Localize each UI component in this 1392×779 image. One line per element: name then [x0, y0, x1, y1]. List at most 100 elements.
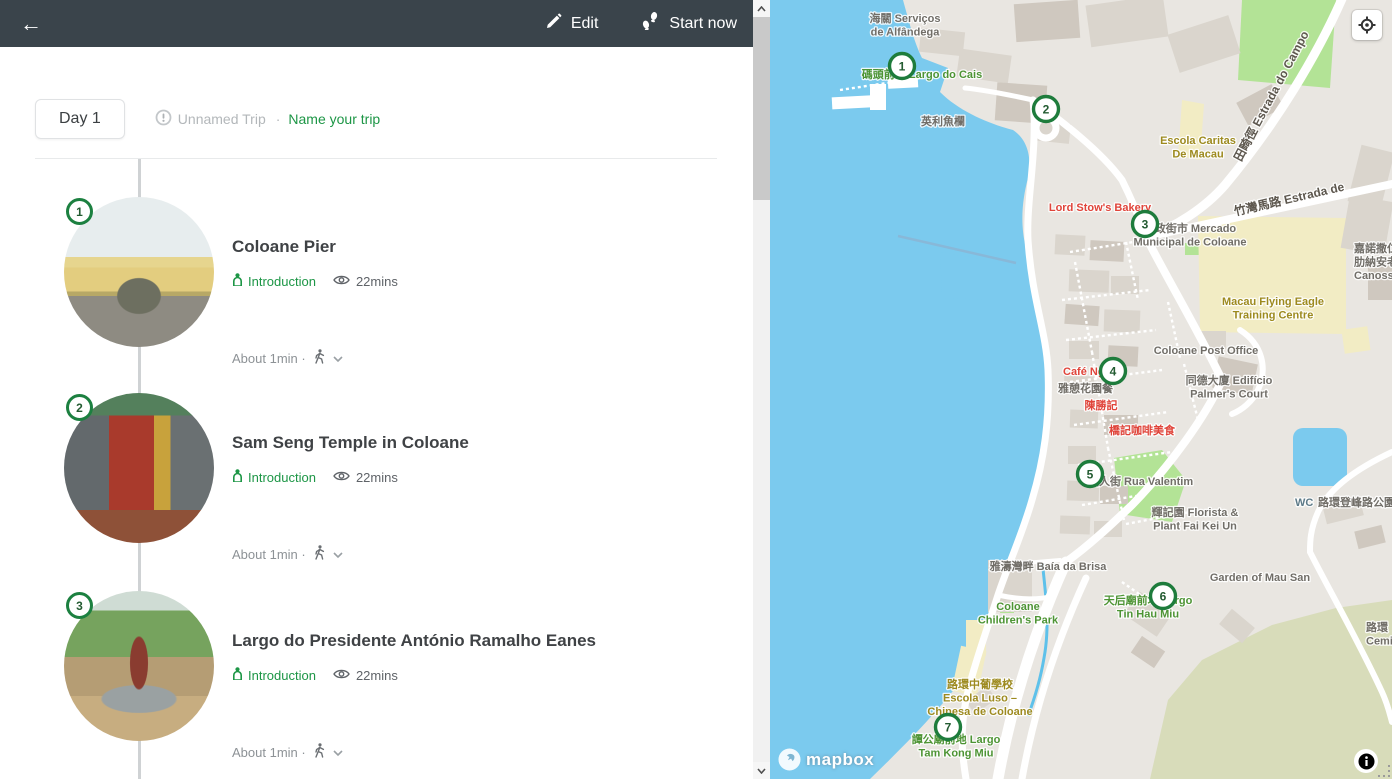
svg-text:3: 3 — [1142, 218, 1149, 232]
place-item-2: 2 Sam Seng Temple in Coloane Introductio… — [64, 393, 724, 589]
svg-text:2: 2 — [1043, 103, 1050, 117]
map-marker-3[interactable]: 3 — [1133, 212, 1158, 237]
place-item-body: Largo do Presidente António Ramalho Eane… — [232, 591, 712, 779]
travel-note: About 1min · — [232, 547, 306, 562]
place-meta: Introduction 22mins — [232, 469, 398, 485]
place-meta: Introduction 22mins — [232, 667, 398, 683]
view-time-label: 22mins — [356, 274, 398, 289]
view-time: 22mins — [333, 274, 398, 289]
map-label: 陳勝記 — [1085, 398, 1118, 412]
place-meta: Introduction 22mins — [232, 273, 398, 289]
introduction-link[interactable]: Introduction — [232, 469, 316, 485]
map-marker-4[interactable]: 4 — [1101, 359, 1126, 384]
svg-text:6: 6 — [1160, 590, 1167, 604]
chevron-down-icon — [333, 547, 343, 562]
place-item-1: 1 Coloane Pier Introduction 22mins About… — [64, 197, 724, 393]
place-item-3: 3 Largo do Presidente António Ramalho Ea… — [64, 591, 724, 779]
place-item-body: Coloane Pier Introduction 22mins About 1… — [232, 197, 712, 393]
edit-button[interactable]: Edit — [545, 13, 599, 35]
travel-segment[interactable]: About 1min · — [232, 349, 343, 367]
mapbox-mark-icon — [778, 748, 801, 771]
walk-icon — [313, 743, 326, 761]
geolocate-button[interactable] — [1352, 10, 1382, 40]
map-marker-7[interactable]: 7 — [936, 715, 961, 740]
map-label: Macau Flying EagleTraining Centre — [1222, 296, 1324, 322]
separator-dot: · — [276, 111, 281, 127]
view-time: 22mins — [333, 470, 398, 485]
map[interactable]: 海關 Serviçosde Alfândega碼頭前地 Largo do Cai… — [770, 0, 1392, 779]
tab-day-1[interactable]: Day 1 — [35, 99, 125, 139]
mapbox-logo[interactable]: mapbox — [778, 748, 874, 771]
map-attribution-info-button[interactable] — [1354, 749, 1378, 773]
svg-text:7: 7 — [945, 721, 952, 735]
svg-text:5: 5 — [1087, 468, 1094, 482]
map-marker-6[interactable]: 6 — [1151, 584, 1176, 609]
travel-segment[interactable]: About 1min · — [232, 743, 343, 761]
svg-text:1: 1 — [899, 60, 906, 74]
map-label: Garden of Mau San — [1210, 572, 1311, 584]
scrollbar-thumb[interactable] — [753, 17, 770, 200]
place-title[interactable]: Sam Seng Temple in Coloane — [232, 433, 469, 453]
chevron-down-icon — [333, 351, 343, 366]
stop-number-badge: 1 — [66, 198, 93, 225]
header-actions: Edit Start now — [545, 0, 737, 47]
scroll-up-button[interactable] — [753, 0, 770, 17]
introduction-link[interactable]: Introduction — [232, 273, 316, 289]
view-time-label: 22mins — [356, 470, 398, 485]
pencil-icon — [545, 13, 562, 35]
guide-person-icon — [232, 469, 243, 485]
introduction-link[interactable]: Introduction — [232, 667, 316, 683]
start-now-label: Start now — [669, 15, 737, 33]
walk-icon — [313, 545, 326, 563]
footsteps-icon — [640, 12, 660, 35]
map-label: WC — [1295, 497, 1313, 509]
mapbox-wordmark: mapbox — [806, 750, 874, 770]
trip-name-wrap: Unnamed Trip · Name your trip — [155, 109, 380, 129]
edit-label: Edit — [571, 15, 599, 33]
resize-handle[interactable] — [1378, 765, 1390, 777]
map-label: 雅濤灣畔 Baía da Brisa — [990, 559, 1108, 573]
stop-number-badge: 2 — [66, 394, 93, 421]
map-label: Lord Stow's Bakery — [1049, 202, 1152, 214]
trip-name-text: Unnamed Trip — [178, 111, 266, 127]
svg-text:4: 4 — [1110, 365, 1117, 379]
eye-icon — [333, 668, 350, 683]
app-header: ← Edit — [0, 0, 753, 47]
view-time-label: 22mins — [356, 668, 398, 683]
vertical-scrollbar[interactable] — [753, 0, 770, 779]
map-label: 嘉諾撒仁肋納安老院Canossiana — [1353, 241, 1392, 282]
map-label: 英利魚欄 — [920, 114, 965, 128]
eye-icon — [333, 470, 350, 485]
map-label: 同德大廈 EdifícioPalmer's Court — [1186, 373, 1273, 401]
map-label: 橋記咖啡美食 — [1109, 423, 1176, 437]
map-label: 碼頭前地 Largo do Cais — [861, 67, 982, 81]
back-button[interactable]: ← — [16, 9, 46, 39]
place-title[interactable]: Coloane Pier — [232, 237, 336, 257]
map-pond — [1293, 428, 1347, 486]
walk-icon — [313, 349, 326, 367]
introduction-label: Introduction — [248, 274, 316, 289]
start-now-button[interactable]: Start now — [640, 12, 737, 35]
introduction-label: Introduction — [248, 668, 316, 683]
stop-number-badge: 3 — [66, 592, 93, 619]
place-title[interactable]: Largo do Presidente António Ramalho Eane… — [232, 631, 596, 651]
eye-icon — [333, 274, 350, 289]
place-item-body: Sam Seng Temple in Coloane Introduction … — [232, 393, 712, 589]
itinerary-panel: ← Edit — [0, 0, 753, 779]
chevron-down-icon — [333, 745, 343, 760]
map-marker-2[interactable]: 2 — [1034, 97, 1059, 122]
name-your-trip-link[interactable]: Name your trip — [288, 111, 380, 127]
travel-segment[interactable]: About 1min · — [232, 545, 343, 563]
trip-bar: Day 1 Unnamed Trip · Name your trip — [35, 99, 380, 139]
map-marker-1[interactable]: 1 — [890, 54, 915, 79]
guide-person-icon — [232, 273, 243, 289]
view-time: 22mins — [333, 668, 398, 683]
map-label: Coloane Post Office — [1154, 345, 1259, 357]
introduction-label: Introduction — [248, 470, 316, 485]
travel-note: About 1min · — [232, 351, 306, 366]
scroll-down-button[interactable] — [753, 762, 770, 779]
map-marker-5[interactable]: 5 — [1078, 462, 1103, 487]
app-window: ← Edit — [0, 0, 1392, 779]
map-label: 路環登峰路公園 — [1318, 495, 1392, 509]
info-circle-icon — [155, 109, 172, 129]
